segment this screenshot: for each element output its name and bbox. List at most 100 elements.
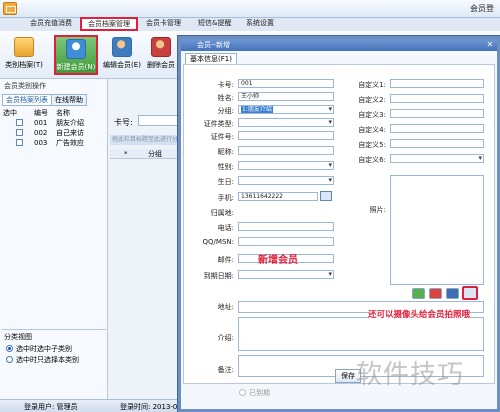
tab-online-help[interactable]: 在线帮助 [51,94,87,106]
title-bar: 会员登 [0,0,500,18]
label-photo: 照片: [369,206,386,214]
menu-recharge[interactable]: 会员充值消费 [24,17,78,31]
custom-1-field[interactable] [390,79,484,88]
label-address: 地址: [217,303,234,311]
label-name: 姓名: [217,94,234,102]
label-email: 邮件: [217,256,234,264]
gender-select[interactable] [238,161,334,170]
custom-5-field[interactable] [390,139,484,148]
watermark: 软件技巧 [356,360,465,390]
phone-field[interactable] [238,222,334,231]
table-row[interactable]: 003 广告效应 [2,138,106,148]
left-panel: 会员类别操作 会员档案列表 在线帮助 选中 编号 名称 001 朋友介绍 002… [0,79,108,412]
label-custom-3: 自定义3: [358,111,386,119]
intro-textarea[interactable] [238,317,484,351]
add-photo-icon[interactable] [412,288,425,299]
name-field[interactable]: 王小帅 [238,92,334,101]
edit-member-label: 编辑会员(E) [103,61,141,69]
custom-3-field[interactable] [390,109,484,118]
close-icon[interactable]: ✕ [485,40,495,50]
nickname-field[interactable] [238,146,334,155]
category-view-box: 分类视图 选中时选中子类别 选中时只选择本类别 [2,329,106,371]
menu-member-archive[interactable]: 会员档案管理 [80,17,138,31]
status-time: 登录时间: 2013-0 [120,403,178,411]
expiry-date-picker[interactable] [238,270,334,279]
photo-toolbar [412,286,486,300]
category-table: 选中 编号 名称 001 朋友介绍 002 自己来访 003 广告效应 [2,108,106,148]
new-member-button[interactable]: 新建会员(N) [54,35,98,75]
photo-box[interactable] [390,175,484,285]
table-row[interactable]: 001 朋友介绍 [2,118,106,128]
user-label: 会员登 [470,4,494,13]
label-mobile: 手机: [217,194,234,202]
row-id: 001 [34,119,48,127]
label-custom-2: 自定义2: [358,96,386,104]
col-star: * [124,150,128,158]
row-id: 002 [34,129,48,137]
col-name: 名称 [56,109,70,117]
menu-system-settings[interactable]: 系统设置 [240,17,280,31]
col-id: 编号 [34,109,48,117]
label-expiry: 到期日期: [203,272,234,280]
qq-field[interactable] [238,237,334,246]
grid-header: * 分组 [110,149,180,159]
label-nickname: 昵称: [217,148,234,156]
custom-6-select[interactable] [390,154,484,163]
app-logo-icon [3,2,17,15]
birthday-picker[interactable] [238,176,334,185]
checkbox-icon[interactable] [239,389,246,396]
label-custom-1: 自定义1: [358,81,386,89]
camera-icon[interactable] [462,286,478,300]
label-custom-4: 自定义4: [358,126,386,134]
label-remark: 备注: [217,366,234,374]
dialog-title: 会员--新增 [181,39,497,51]
group-select[interactable]: 1:朋友介绍 [238,105,334,114]
category-archive-button[interactable]: 类别档案(T) [2,35,46,75]
option-select-children[interactable]: 选中时选中子类别 [6,344,72,355]
edit-member-icon [112,37,132,57]
mobile-field[interactable]: 13611642222 [238,192,318,201]
row-checkbox[interactable] [16,129,23,136]
card-no-field[interactable]: 001 [238,79,334,88]
option-select-self[interactable]: 选中时只选择本类别 [6,355,79,366]
dialog-body: 卡号: 001 姓名: 王小帅 分组: 1:朋友介绍 证件类型: 证件号: 昵称… [183,64,495,384]
folder-icon [14,37,34,57]
menu-card-management[interactable]: 会员卡管理 [140,17,187,31]
tab-member-list[interactable]: 会员档案列表 [2,94,52,106]
category-table-header: 选中 编号 名称 [2,108,106,118]
expired-checkbox[interactable]: 已到期 [239,388,270,398]
annotation-new-member: 新增会员 [258,255,298,266]
edit-member-button[interactable]: 编辑会员(E) [100,35,144,75]
left-tabs: 会员档案列表 在线帮助 [2,94,106,106]
delete-member-button[interactable]: 删除会员 [144,35,178,75]
label-gender: 性别: [217,163,234,171]
label-qq: QQ/MSN: [202,238,234,246]
view-title: 分类视图 [4,333,32,341]
remove-photo-icon[interactable] [429,288,442,299]
row-name: 自己来访 [56,129,84,137]
label-id-number: 证件号: [210,133,234,141]
custom-2-field[interactable] [390,94,484,103]
annotation-camera: 还可以摄像头给会员拍照哦 [368,308,471,320]
delete-member-icon [151,37,171,57]
card-number-input[interactable] [138,115,180,126]
row-checkbox[interactable] [16,139,23,146]
label-birthday: 生日: [217,178,234,186]
save-photo-icon[interactable] [446,288,459,299]
id-number-field[interactable] [238,131,334,140]
menu-sms-reminder[interactable]: 短信&提醒 [192,17,237,31]
id-type-select[interactable] [238,118,334,127]
card-number-label: 卡号: [114,118,133,127]
table-row[interactable]: 002 自己来访 [2,128,106,138]
label-group: 分组: [217,107,234,115]
option-label: 选中时只选择本类别 [16,356,79,364]
sms-icon[interactable] [320,191,332,201]
label-custom-5: 自定义5: [358,141,386,149]
delete-member-label: 删除会员 [147,61,175,69]
radio-icon[interactable] [6,356,13,363]
custom-4-field[interactable] [390,124,484,133]
radio-icon[interactable] [6,345,13,352]
row-checkbox[interactable] [16,119,23,126]
col-group[interactable]: 分组 [148,149,162,159]
member-grid-area: 卡号: 拖此栏目标题至此进行分组 * 分组 [108,79,180,412]
